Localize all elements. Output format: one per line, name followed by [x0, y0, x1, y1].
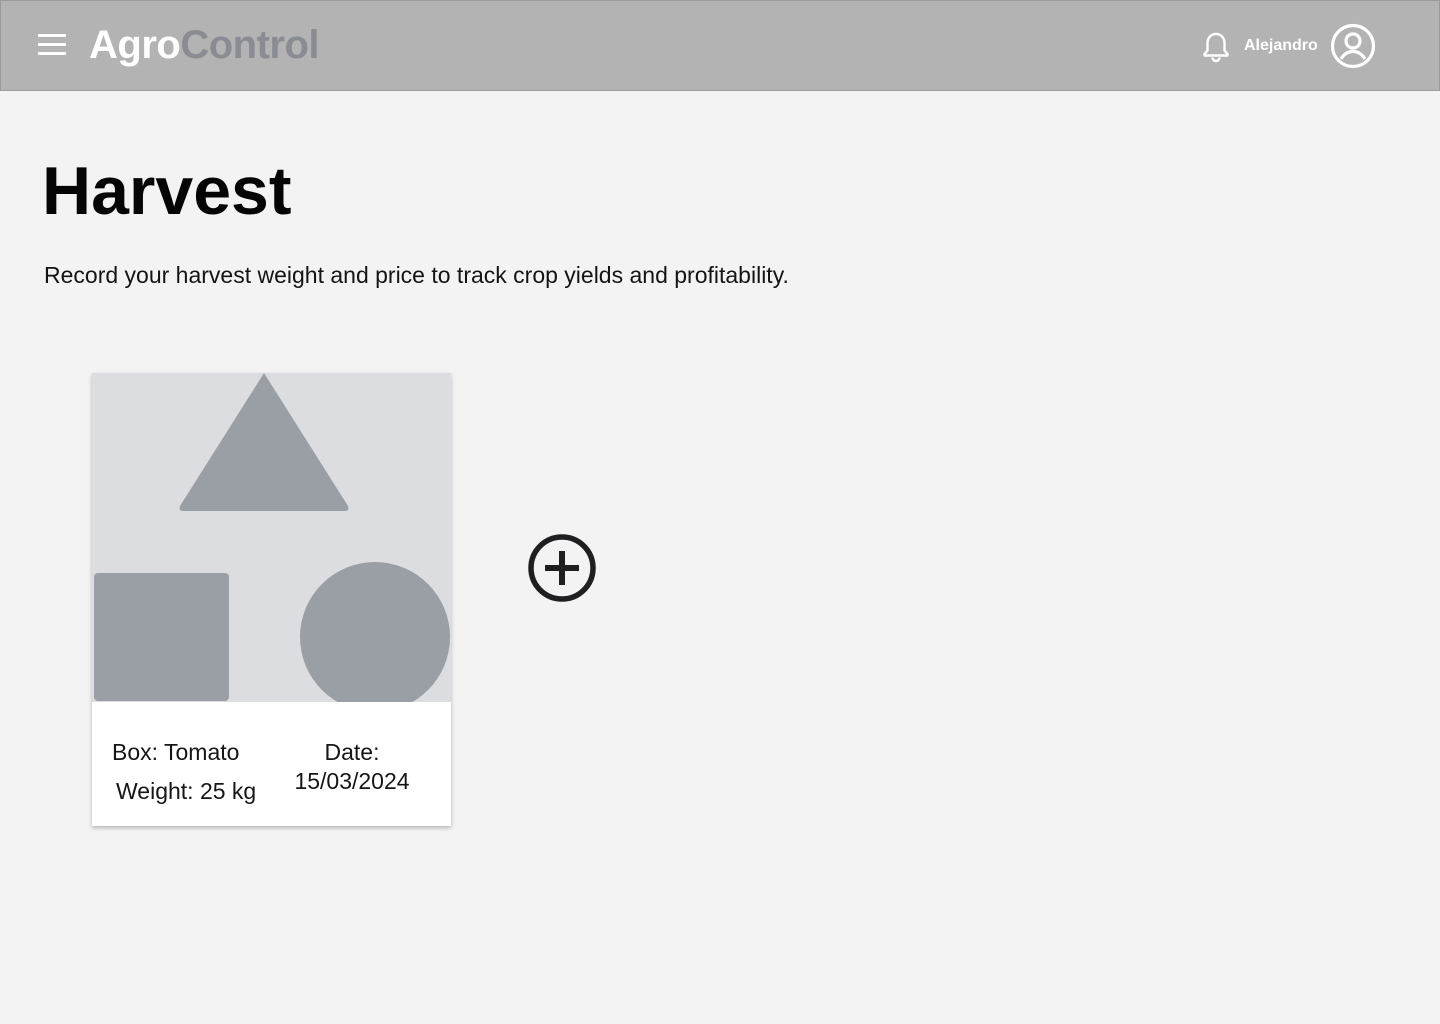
user-avatar-icon[interactable] [1330, 23, 1376, 69]
card-date-label: Date: 15/03/2024 [294, 739, 410, 794]
brand-name-part2: Control [180, 23, 320, 67]
card-box-label: Box: Tomato [112, 739, 240, 765]
add-circle-icon[interactable] [526, 532, 598, 604]
card-weight-label: Weight: 25 kg [116, 778, 257, 804]
page-description: Record your harvest weight and price to … [44, 262, 789, 288]
image-placeholder-icon [92, 373, 451, 702]
username-label[interactable]: Alejandro [1244, 36, 1318, 56]
page-title: Harvest [42, 153, 292, 229]
top-bar: AgroControl Alejandro [0, 0, 1440, 91]
bell-icon[interactable] [1198, 29, 1234, 65]
brand-logo[interactable]: AgroControl [89, 20, 320, 70]
menu-icon[interactable] [35, 31, 69, 61]
brand-name-part1: Agro [89, 23, 181, 67]
harvest-card[interactable]: Box: Tomato Weight: 25 kg Date: 15/03/20… [92, 373, 451, 826]
